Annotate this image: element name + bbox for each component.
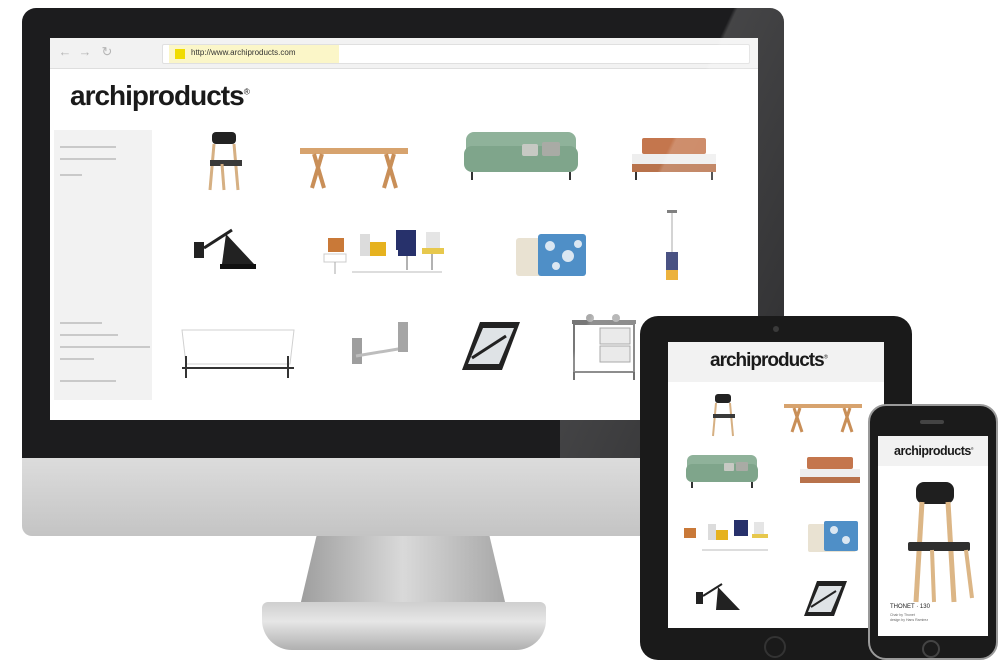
imac-stand-foot [262, 602, 546, 650]
sidebar-item[interactable] [60, 334, 118, 336]
tablet-screen: archiproducts® [668, 342, 884, 628]
phone-logo[interactable]: archiproducts® [894, 444, 974, 458]
tablet-home-button[interactable] [764, 636, 786, 658]
tablet-camera [773, 326, 779, 332]
tablet-logo[interactable]: archiproducts® [710, 350, 828, 372]
product-sofa[interactable] [684, 452, 760, 490]
sidebar-item[interactable] [60, 158, 116, 160]
product-wall-lamp[interactable] [192, 224, 262, 274]
url-highlight: http://www.archiproducts.com [169, 45, 339, 63]
product-faucet[interactable] [344, 318, 416, 370]
site-logo[interactable]: archiproducts® [70, 80, 250, 112]
reload-icon[interactable]: ↻ [100, 44, 114, 60]
arrow-left-icon[interactable]: ← [58, 44, 72, 60]
logo-mark: ® [823, 354, 828, 361]
sidebar-item[interactable] [60, 380, 116, 382]
sidebar-item[interactable] [60, 174, 82, 176]
url-text: http://www.archiproducts.com [191, 48, 296, 57]
product-table[interactable] [298, 146, 410, 190]
logo-mark: ® [970, 446, 974, 451]
phone-speaker [920, 420, 944, 424]
product-designer: design by Hans Ramirez [890, 618, 929, 622]
product-table[interactable] [782, 402, 864, 434]
product-skylight-window[interactable] [798, 578, 850, 618]
imac-stand-neck [300, 536, 506, 606]
product-bathtub[interactable] [178, 322, 298, 382]
logo-text: archiproducts [894, 444, 971, 458]
product-chair[interactable] [706, 392, 742, 438]
sidebar-item[interactable] [60, 146, 116, 148]
product-chair[interactable] [200, 130, 252, 192]
product-chair-large[interactable] [896, 480, 976, 604]
sidebar-item[interactable] [60, 358, 94, 360]
product-pouf[interactable] [806, 518, 858, 554]
logo-text: archiproducts [70, 80, 245, 111]
product-name[interactable]: THONET · 130 [890, 604, 930, 610]
phone-home-button[interactable] [922, 640, 940, 658]
logo-mark: ® [243, 86, 250, 97]
favicon-icon [175, 49, 185, 59]
sidebar-item[interactable] [60, 346, 150, 348]
phone-screen: archiproducts® THONET · 130 Chair by Tho… [878, 436, 988, 636]
product-skylight-window[interactable] [454, 318, 524, 372]
product-byline: Chair by Thonet [890, 613, 915, 617]
logo-text: archiproducts [710, 350, 825, 371]
product-wall-lamp[interactable] [694, 580, 746, 616]
sidebar [54, 130, 152, 400]
product-office-chairs[interactable] [322, 218, 452, 278]
product-office-chairs[interactable] [680, 512, 772, 556]
sidebar-item[interactable] [60, 322, 102, 324]
product-bed[interactable] [798, 454, 862, 490]
arrow-right-icon[interactable]: → [78, 44, 92, 60]
